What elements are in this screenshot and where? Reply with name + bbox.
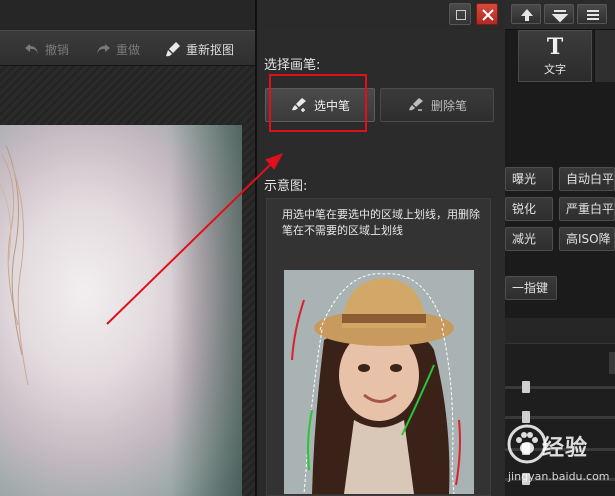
preview-heading: 示意图: [264,179,308,194]
reset-cutout-button[interactable]: 重新抠图 [165,39,234,59]
slider-side-button[interactable] [609,352,615,374]
hair-strands-graphic [0,144,29,386]
close-icon [482,9,494,21]
slider-knob[interactable] [522,411,530,423]
watermark-logo-text: 经验 [542,436,589,461]
severe-white-balance-button[interactable]: 严重白平 [559,197,615,221]
reset-cutout-label: 重新抠图 [186,42,235,57]
close-window-button[interactable] [476,3,498,25]
undo-label: 撤销 [45,42,70,57]
menu-button[interactable] [577,4,607,24]
preview-description: 用选中笔在要选中的区域上划线，用删除笔在不需要的区域上划线 [282,208,480,237]
move-up-button[interactable] [511,4,541,24]
text-t-icon: T [546,34,564,60]
slider-knob[interactable] [522,381,530,393]
restore-window-button[interactable] [449,3,471,25]
chevron-down-icon [551,10,569,23]
slider-header [505,318,615,344]
sample-photo [284,270,474,494]
move-down-button[interactable] [544,4,574,24]
annotation-highlight-box [269,74,367,132]
watermark-url: jingyan.baidu.com [508,470,610,483]
text-tool-label: 文字 [544,63,566,76]
high-iso-denoise-button[interactable]: 高ISO降 [559,227,615,251]
exposure-button[interactable]: 曝光 [505,167,553,191]
sample-girl-illustration [284,270,474,494]
delete-brush-label: 删除笔 [430,98,467,113]
redo-button[interactable]: 重做 [95,39,140,59]
editor-toolbar: 撤销 重做 重新抠图 [0,30,255,66]
brush-reset-icon [166,42,180,57]
text-tool-button[interactable]: T 文字 [518,30,592,82]
photo-shadow [170,125,242,496]
editor-topbar [0,0,255,30]
one-click-button[interactable]: 一指键 [505,276,557,300]
redo-label: 重做 [116,42,141,57]
reduce-light-button[interactable]: 减光 [505,227,553,251]
auto-white-balance-button[interactable]: 自动白平 [559,167,615,191]
sharpen-button[interactable]: 锐化 [505,197,553,221]
delete-brush-icon [408,98,423,111]
menu-icon [587,10,599,20]
delete-brush-button[interactable]: 删除笔 [380,88,494,122]
undo-icon [25,44,38,54]
text-tool-side [594,30,615,82]
arrow-up-icon [521,9,533,21]
brush-heading: 选择画笔: [264,58,321,73]
redo-icon [97,44,110,54]
undo-button[interactable]: 撤销 [24,39,69,59]
